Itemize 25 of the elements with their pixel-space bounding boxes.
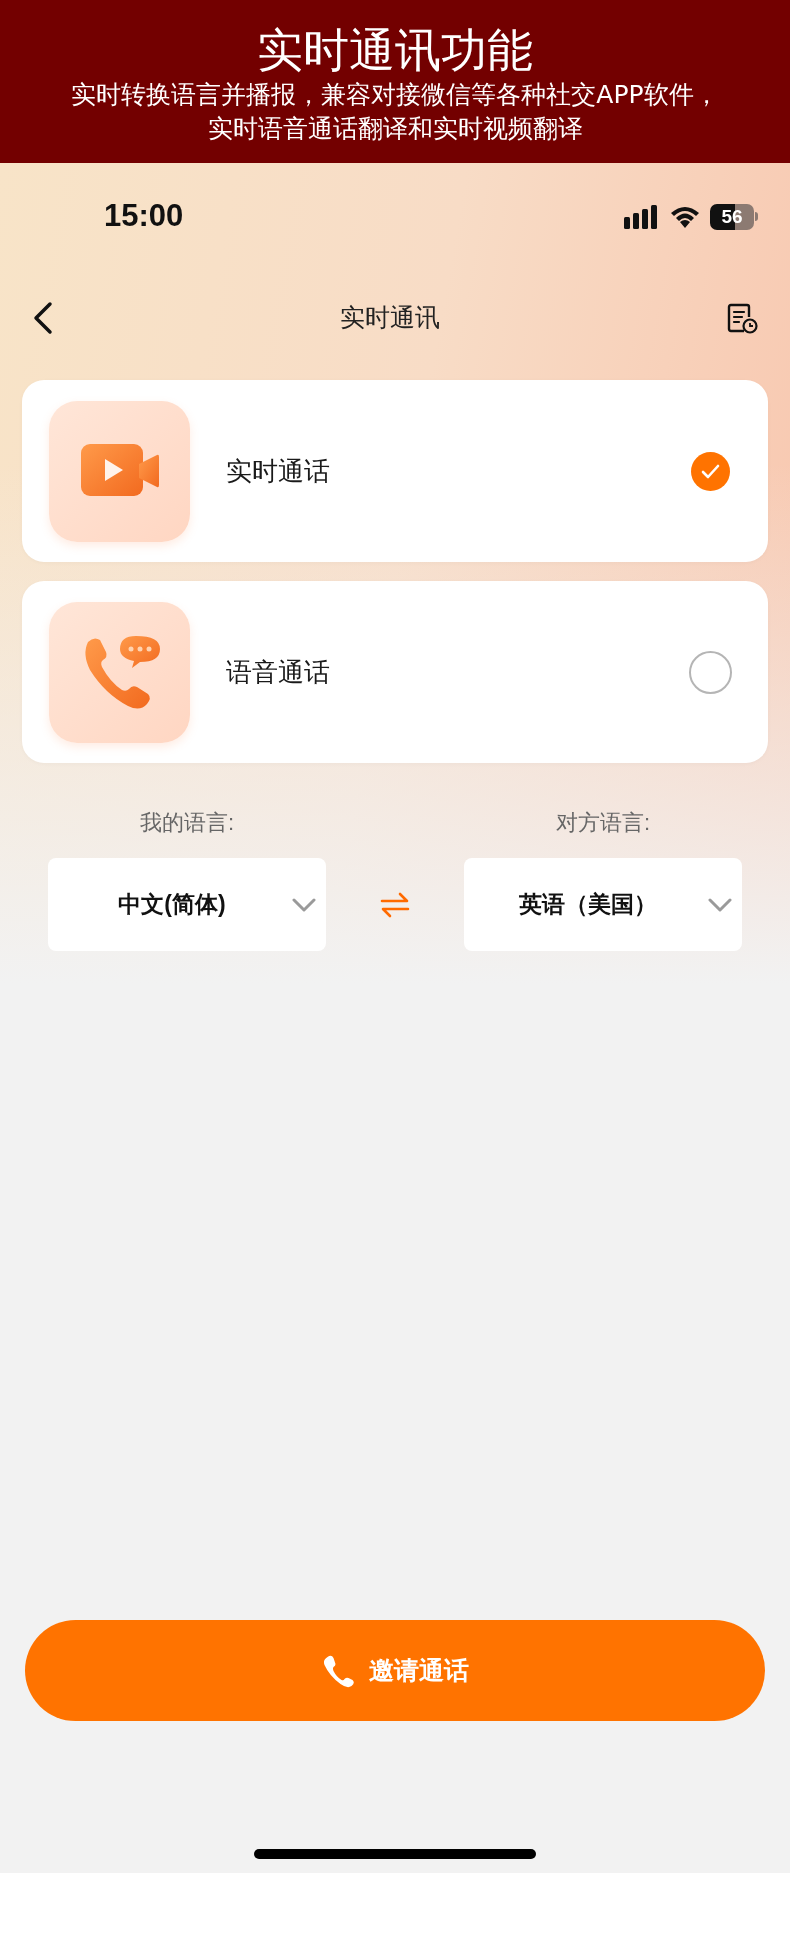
call-type-card[interactable]: 语音通话 — [22, 581, 768, 763]
chevron-down-icon — [292, 897, 316, 912]
call-type-card[interactable]: 实时通话 — [22, 380, 768, 562]
radio-button[interactable] — [689, 650, 732, 694]
call-type-label: 语音通话 — [226, 655, 331, 689]
language-dropdown[interactable]: 中文(简体) — [48, 858, 326, 951]
chevron-down-icon — [708, 897, 732, 912]
selected-check[interactable] — [691, 451, 730, 491]
swap-icon[interactable] — [380, 892, 410, 918]
signal-icon — [624, 204, 660, 229]
status-time: 15:00 — [104, 197, 184, 236]
video-camera-icon — [80, 444, 159, 498]
banner-subtitle: 实时转换语言并播报，兼容对接微信等各种社交APP软件， — [71, 79, 719, 111]
language-dropdown[interactable]: 英语（美国） — [464, 858, 742, 951]
language-label: 我的语言: — [139, 809, 235, 837]
banner-subtitle: 实时语音通话翻译和实时视频翻译 — [207, 113, 583, 145]
history-icon[interactable] — [726, 302, 758, 334]
page-title: 实时通讯 — [340, 302, 440, 334]
language-label: 对方语言: — [555, 809, 651, 837]
wifi-icon — [670, 205, 700, 228]
call-type-label: 实时通话 — [226, 454, 331, 488]
back-icon[interactable] — [32, 301, 54, 335]
phone-icon — [321, 1653, 355, 1688]
banner-title: 实时通讯功能 — [257, 22, 533, 78]
battery-indicator: 56 — [710, 203, 758, 230]
